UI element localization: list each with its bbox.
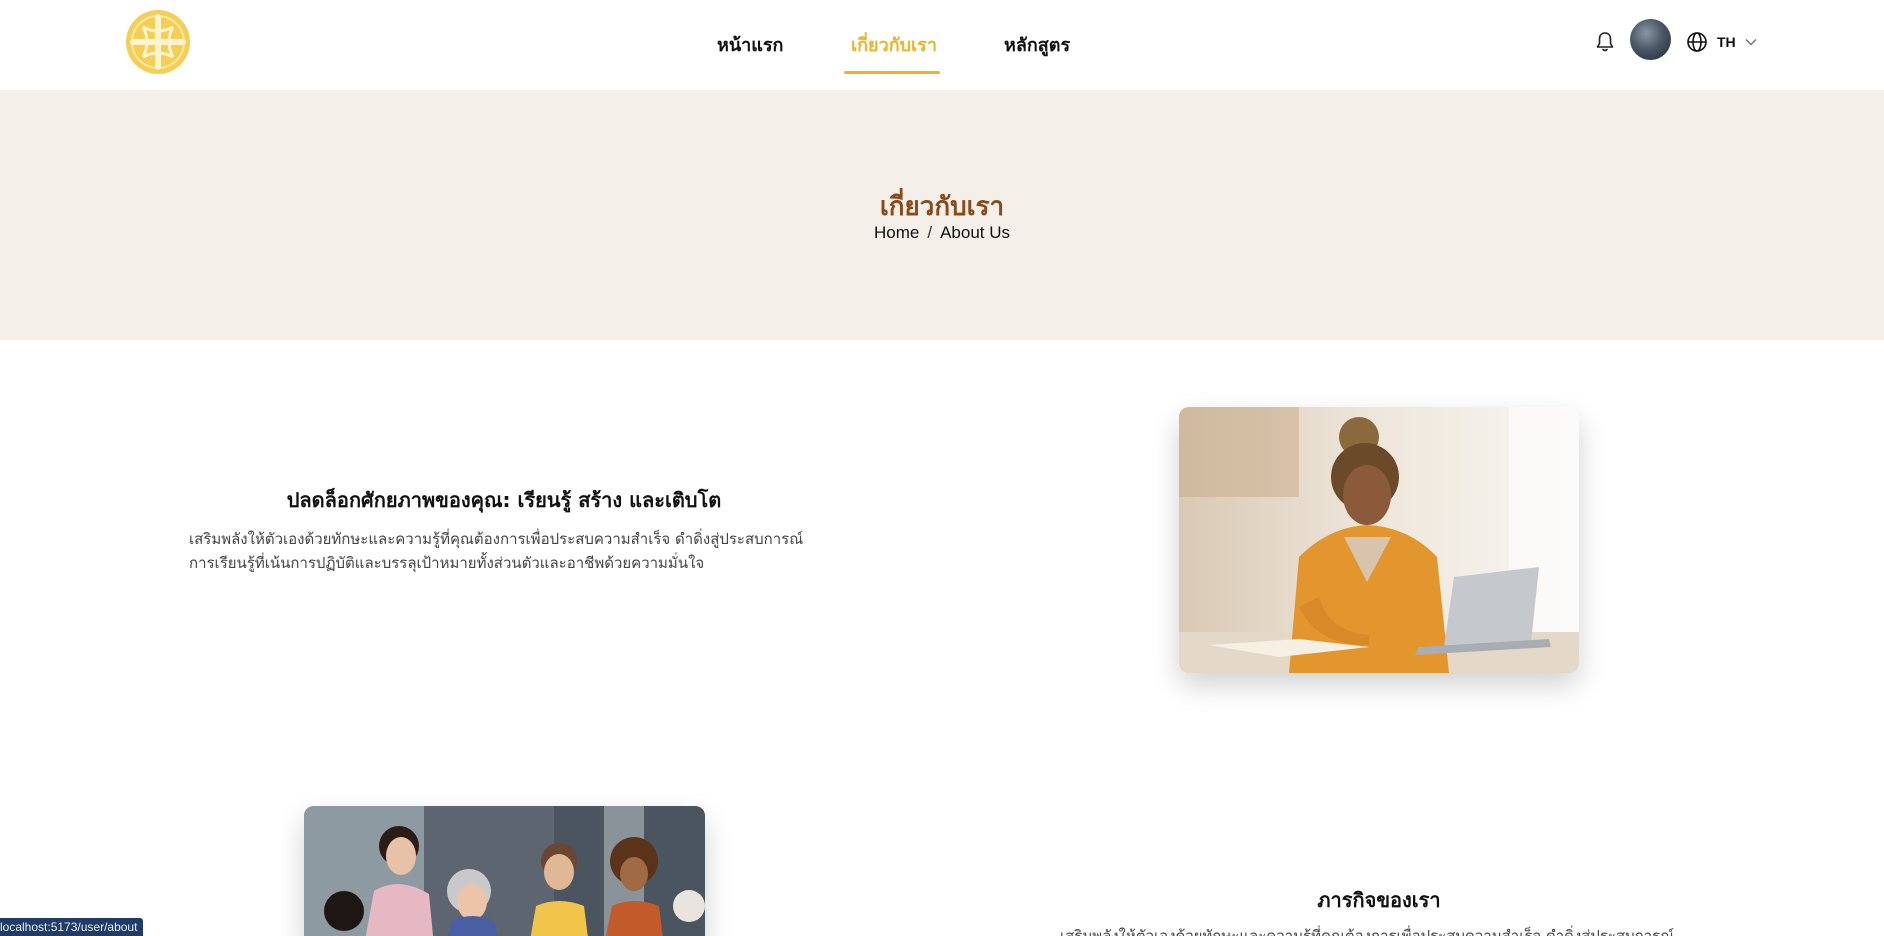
avatar[interactable] xyxy=(1630,19,1671,60)
section-heading-unlock: ปลดล็อกศักยภาพของคุณ: เรียนรู้ สร้าง และ… xyxy=(286,488,722,512)
link-status-bar: localhost:5173/user/about xyxy=(0,918,144,936)
chevron-down-icon xyxy=(1745,38,1757,46)
page-title: เกี่ยวกับเรา xyxy=(879,192,1005,222)
team-group-photo xyxy=(304,806,705,936)
breadcrumb-separator: / xyxy=(927,223,933,242)
globe-icon xyxy=(1687,32,1707,52)
breadcrumb-home-link[interactable]: Home xyxy=(874,223,919,242)
active-nav-indicator xyxy=(844,71,940,74)
nav-courses[interactable]: หลักสูตร xyxy=(1004,30,1070,59)
top-navbar: หน้าแรก เกี่ยวกับเรา หลักสูตร TH xyxy=(0,0,1884,90)
section-body-line: เสริมพลังให้ตัวเองด้วยทักษะและความรู้ที่… xyxy=(189,530,804,548)
language-code: TH xyxy=(1717,34,1736,50)
language-selector[interactable]: TH xyxy=(1686,29,1757,55)
bell-icon[interactable] xyxy=(1595,31,1615,53)
section-heading-mission: ภารกิจของเรา xyxy=(1317,888,1441,912)
brand-logo[interactable] xyxy=(125,9,191,75)
section-body-mission: เสริมพลังให้ตัวเองด้วยทักษะและความรู้ที่… xyxy=(1060,924,1700,936)
breadcrumb: Home / About Us xyxy=(0,223,1884,243)
section-body-line: เสริมพลังให้ตัวเองด้วยทักษะและความรู้ที่… xyxy=(1060,927,1675,936)
section-body-line: การเรียนรู้ที่เน้นการปฏิบัติและบรรลุเป้า… xyxy=(189,554,705,572)
section-body-unlock: เสริมพลังให้ตัวเองด้วยทักษะและความรู้ที่… xyxy=(189,527,829,575)
nav-about[interactable]: เกี่ยวกับเรา xyxy=(851,30,937,59)
breadcrumb-current: About Us xyxy=(940,223,1011,242)
nav-home[interactable]: หน้าแรก xyxy=(717,30,783,59)
page-hero: เกี่ยวกับเรา Home / About Us xyxy=(0,90,1884,340)
student-studying-photo xyxy=(1179,407,1579,673)
